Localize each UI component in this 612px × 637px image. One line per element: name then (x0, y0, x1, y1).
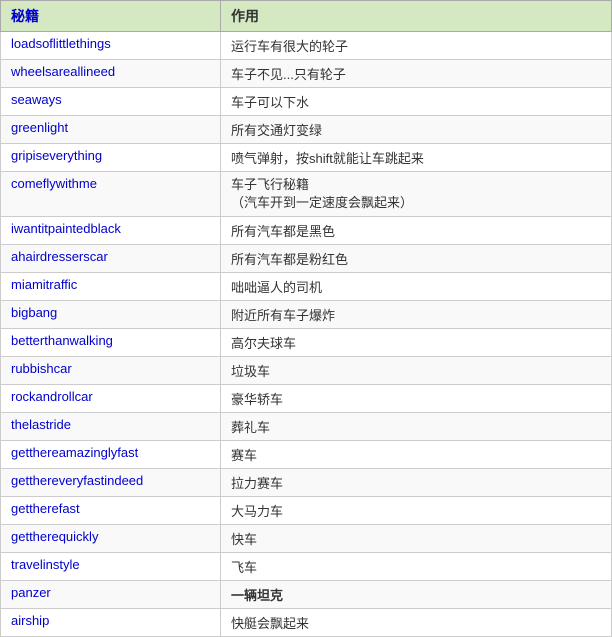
table-row: rubbishcar垃圾车 (1, 357, 612, 385)
table-row: airship快艇会飘起来 (1, 609, 612, 637)
cheat-table: 秘籍 作用 loadsoflittlethings运行车有很大的轮子wheels… (0, 0, 612, 637)
col1-header: 秘籍 (1, 1, 221, 32)
cheat-desc: 所有交通灯变绿 (221, 116, 612, 144)
cheat-desc: 车子不见...只有轮子 (221, 60, 612, 88)
table-row: panzer一辆坦克 (1, 581, 612, 609)
cheat-key: bigbang (1, 301, 221, 329)
table-row: loadsoflittlethings运行车有很大的轮子 (1, 32, 612, 60)
cheat-key: comeflywithme (1, 172, 221, 217)
cheat-key: gripiseverything (1, 144, 221, 172)
col2-header: 作用 (221, 1, 612, 32)
cheat-desc: 葬礼车 (221, 413, 612, 441)
table-row: bigbang附近所有车子爆炸 (1, 301, 612, 329)
cheat-key: seaways (1, 88, 221, 116)
table-header-row: 秘籍 作用 (1, 1, 612, 32)
cheat-key: rubbishcar (1, 357, 221, 385)
cheat-desc: 所有汽车都是黑色 (221, 217, 612, 245)
table-row: gripiseverything喷气弹射，按shift就能让车跳起来 (1, 144, 612, 172)
cheat-key: thelastride (1, 413, 221, 441)
table-row: iwantitpaintedblack所有汽车都是黑色 (1, 217, 612, 245)
cheat-desc: 车子飞行秘籍（汽车开到一定速度会飘起来） (221, 172, 612, 217)
cheat-desc: 大马力车 (221, 497, 612, 525)
cheat-key: panzer (1, 581, 221, 609)
cheat-desc: 豪华轿车 (221, 385, 612, 413)
cheat-key: travelinstyle (1, 553, 221, 581)
cheat-key: greenlight (1, 116, 221, 144)
cheat-desc: 垃圾车 (221, 357, 612, 385)
table-row: wheelsareallineed车子不见...只有轮子 (1, 60, 612, 88)
cheat-desc: 咄咄逼人的司机 (221, 273, 612, 301)
cheat-key: rockandrollcar (1, 385, 221, 413)
cheat-key: getthereveryfastindeed (1, 469, 221, 497)
cheat-desc: 拉力赛车 (221, 469, 612, 497)
cheat-desc: 所有汽车都是粉红色 (221, 245, 612, 273)
cheat-key: airship (1, 609, 221, 637)
table-row: comeflywithme车子飞行秘籍（汽车开到一定速度会飘起来） (1, 172, 612, 217)
table-row: gettherequickly快车 (1, 525, 612, 553)
table-row: miamitraffic咄咄逼人的司机 (1, 273, 612, 301)
cheat-desc: 喷气弹射，按shift就能让车跳起来 (221, 144, 612, 172)
cheat-key: getthereamazinglyfast (1, 441, 221, 469)
table-body: loadsoflittlethings运行车有很大的轮子wheelsareall… (1, 32, 612, 637)
cheat-desc: 快艇会飘起来 (221, 609, 612, 637)
cheat-desc: 快车 (221, 525, 612, 553)
table-row: gettherefast大马力车 (1, 497, 612, 525)
cheat-key: miamitraffic (1, 273, 221, 301)
cheat-key: wheelsareallineed (1, 60, 221, 88)
table-row: travelinstyle飞车 (1, 553, 612, 581)
cheat-key: betterthanwalking (1, 329, 221, 357)
cheat-key: ahairdresserscar (1, 245, 221, 273)
table-row: thelastride葬礼车 (1, 413, 612, 441)
cheat-key: gettherequickly (1, 525, 221, 553)
table-row: betterthanwalking高尔夫球车 (1, 329, 612, 357)
cheat-key: iwantitpaintedblack (1, 217, 221, 245)
cheat-key: loadsoflittlethings (1, 32, 221, 60)
table-row: seaways车子可以下水 (1, 88, 612, 116)
table-row: rockandrollcar豪华轿车 (1, 385, 612, 413)
cheat-desc: 飞车 (221, 553, 612, 581)
table-row: greenlight所有交通灯变绿 (1, 116, 612, 144)
cheat-desc: 赛车 (221, 441, 612, 469)
cheat-desc: 一辆坦克 (221, 581, 612, 609)
table-row: getthereamazinglyfast赛车 (1, 441, 612, 469)
cheat-desc: 运行车有很大的轮子 (221, 32, 612, 60)
cheat-desc: 附近所有车子爆炸 (221, 301, 612, 329)
table-row: getthereveryfastindeed拉力赛车 (1, 469, 612, 497)
cheat-key: gettherefast (1, 497, 221, 525)
cheat-desc: 车子可以下水 (221, 88, 612, 116)
cheat-desc: 高尔夫球车 (221, 329, 612, 357)
table-row: ahairdresserscar所有汽车都是粉红色 (1, 245, 612, 273)
